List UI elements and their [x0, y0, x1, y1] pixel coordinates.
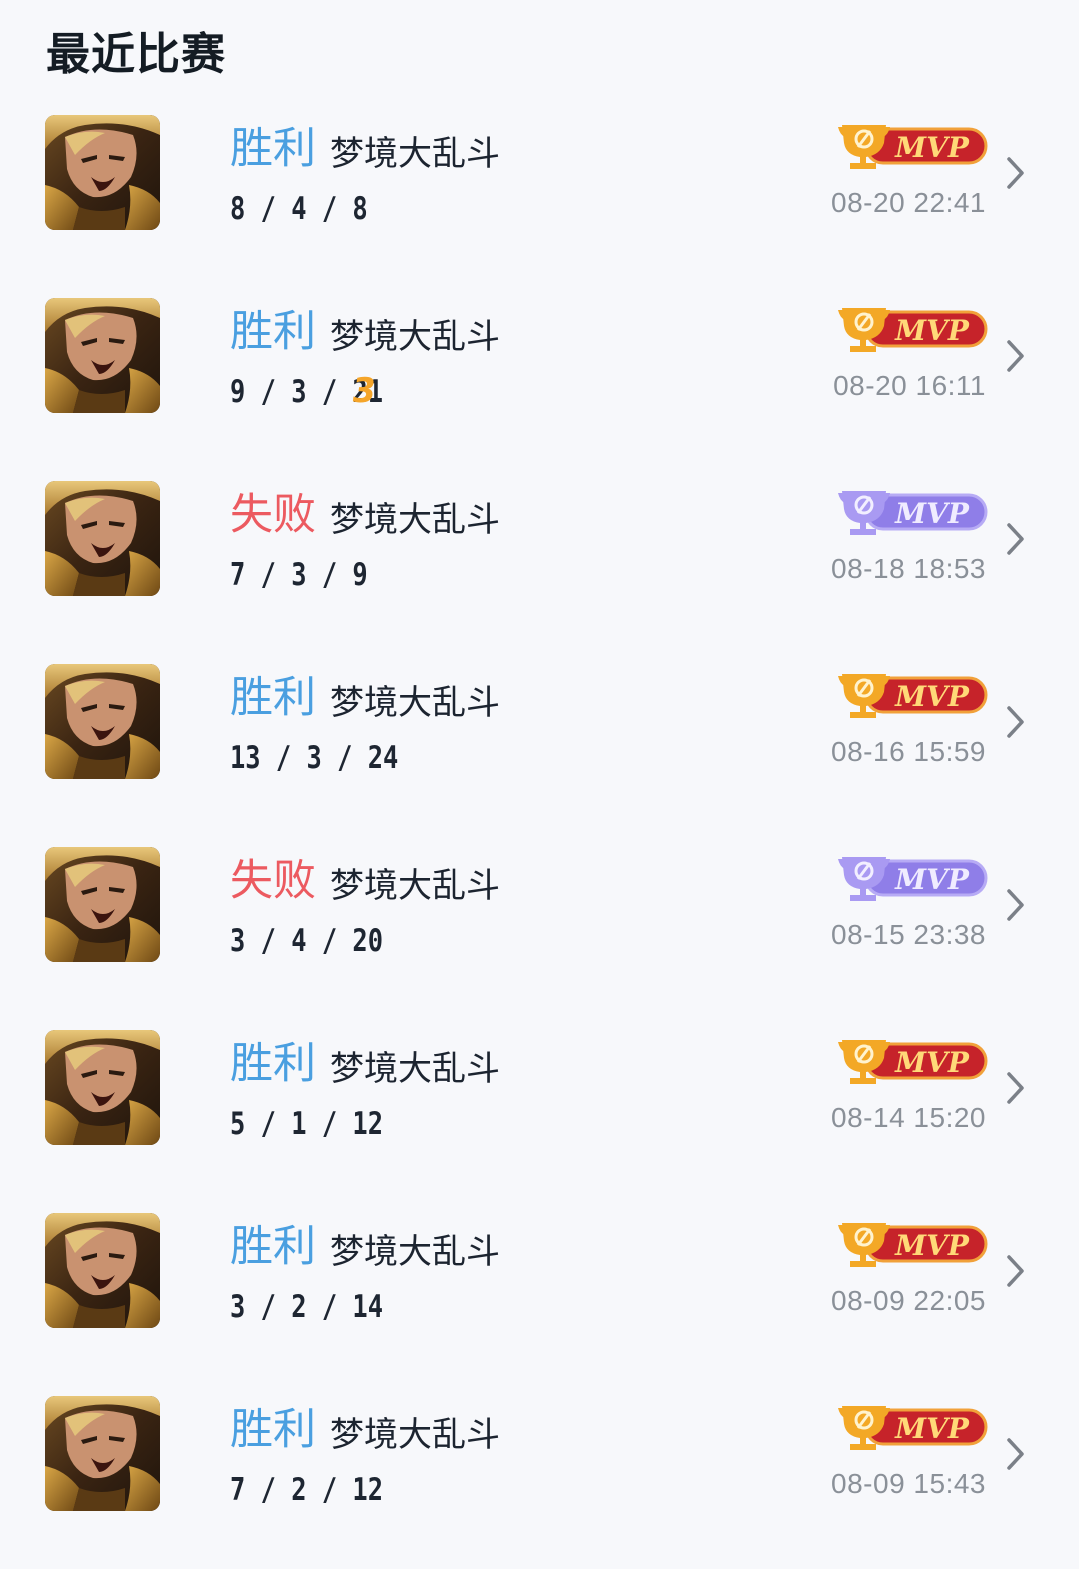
mvp-badge-icon: MVP: [838, 674, 988, 718]
match-result: 失败: [230, 856, 316, 906]
chevron-right-icon[interactable]: [1004, 338, 1028, 374]
hero-avatar: [45, 1030, 160, 1145]
chevron-right-icon[interactable]: [1004, 155, 1028, 191]
kda-stats: 7 / 3 / 9: [230, 557, 368, 593]
mvp-badge-icon: MVP: [838, 125, 988, 169]
mvp-badge-icon: MVP: [838, 491, 988, 535]
game-mode: 梦境大乱斗: [330, 134, 500, 174]
hero-avatar: [45, 847, 160, 962]
match-time: 08-14 15:20: [831, 1102, 986, 1133]
kda-stats: 8 / 4 / 8: [230, 191, 368, 227]
svg-text:MVP: MVP: [894, 314, 970, 347]
hero-portrait-icon: [45, 1396, 160, 1511]
kda-stats: 5 / 1 / 12: [230, 1106, 384, 1142]
match-time: 08-16 15:59: [831, 736, 986, 767]
game-mode: 梦境大乱斗: [330, 317, 500, 357]
kda-stats: 13 / 3 / 24: [230, 740, 399, 776]
hero-avatar: [45, 1213, 160, 1328]
match-result: 胜利: [230, 1222, 316, 1272]
hero-portrait-icon: [45, 1213, 160, 1328]
chevron-right-icon[interactable]: [1004, 1253, 1028, 1289]
match-row[interactable]: 胜利 梦境大乱斗 13 / 3 / 24 MVP 08-16 15:59: [0, 654, 1079, 837]
match-result: 失败: [230, 490, 316, 540]
match-result: 胜利: [230, 673, 316, 723]
match-list: 胜利 梦境大乱斗 8 / 4 / 8 MVP 08-20 22:41 胜利 梦境…: [0, 105, 1079, 1569]
svg-text:MVP: MVP: [894, 863, 970, 896]
hero-avatar: [45, 298, 160, 413]
hero-avatar: [45, 1396, 160, 1511]
hero-portrait-icon: [45, 115, 160, 230]
svg-text:MVP: MVP: [894, 1046, 970, 1079]
svg-text:MVP: MVP: [894, 1412, 970, 1445]
mvp-badge-icon: MVP: [838, 308, 988, 352]
chevron-right-icon[interactable]: [1004, 887, 1028, 923]
kda-stats: 3 / 4 / 20: [230, 923, 384, 959]
svg-text:MVP: MVP: [894, 497, 970, 530]
hero-portrait-icon: [45, 298, 160, 413]
svg-text:MVP: MVP: [894, 680, 970, 713]
chevron-right-icon[interactable]: [1004, 1436, 1028, 1472]
match-row[interactable]: 胜利 梦境大乱斗 8 / 4 / 8 MVP 08-20 22:41: [0, 105, 1079, 288]
match-time: 08-20 22:41: [831, 187, 986, 218]
match-row[interactable]: 失败 梦境大乱斗 3 / 4 / 20 MVP 08-15 23:38: [0, 837, 1079, 1020]
match-time: 08-20 16:11: [833, 370, 986, 401]
game-mode: 梦境大乱斗: [330, 683, 500, 723]
match-result: 胜利: [230, 307, 316, 357]
match-time: 08-09 22:05: [831, 1285, 986, 1316]
svg-text:MVP: MVP: [894, 1229, 970, 1262]
game-mode: 梦境大乱斗: [330, 1049, 500, 1089]
kda-stats: 3 / 2 / 14: [230, 1289, 384, 1325]
hero-avatar: [45, 664, 160, 779]
match-row[interactable]: 胜利 梦境大乱斗 5 / 1 / 12 MVP 08-14 15:20: [0, 1020, 1079, 1203]
chevron-right-icon[interactable]: [1004, 704, 1028, 740]
game-mode: 梦境大乱斗: [330, 1232, 500, 1272]
match-result: 胜利: [230, 1039, 316, 1089]
chevron-right-icon[interactable]: [1004, 1070, 1028, 1106]
mvp-badge-icon: MVP: [838, 1406, 988, 1450]
game-mode: 梦境大乱斗: [330, 866, 500, 906]
hero-portrait-icon: [45, 664, 160, 779]
match-row[interactable]: 胜利 梦境大乱斗 3 / 2 / 14 MVP 08-09 22:05: [0, 1203, 1079, 1386]
kda-stats: 7 / 2 / 12: [230, 1472, 384, 1508]
match-row[interactable]: 胜利 梦境大乱斗 9 / 3 / 21 3 MVP 08-20 16:11: [0, 288, 1079, 471]
page-title: 最近比赛: [46, 29, 226, 80]
match-result: 胜利: [230, 1405, 316, 1455]
hero-avatar: [45, 481, 160, 596]
chevron-right-icon[interactable]: [1004, 521, 1028, 557]
game-mode: 梦境大乱斗: [330, 1415, 500, 1455]
hero-portrait-icon: [45, 481, 160, 596]
match-time: 08-18 18:53: [831, 553, 986, 584]
match-time: 08-15 23:38: [831, 919, 986, 950]
match-row[interactable]: 失败 梦境大乱斗 7 / 3 / 9 MVP 08-18 18:53: [0, 471, 1079, 654]
hero-avatar: [45, 115, 160, 230]
mvp-badge-icon: MVP: [838, 1223, 988, 1267]
match-row[interactable]: 胜利 梦境大乱斗 7 / 2 / 12 MVP 08-09 15:43: [0, 1386, 1079, 1569]
hero-portrait-icon: [45, 1030, 160, 1145]
match-result: 胜利: [230, 124, 316, 174]
match-time: 08-09 15:43: [831, 1468, 986, 1499]
game-mode: 梦境大乱斗: [330, 500, 500, 540]
mvp-badge-icon: MVP: [838, 857, 988, 901]
hero-portrait-icon: [45, 847, 160, 962]
mvp-badge-icon: MVP: [838, 1040, 988, 1084]
svg-text:MVP: MVP: [894, 131, 970, 164]
